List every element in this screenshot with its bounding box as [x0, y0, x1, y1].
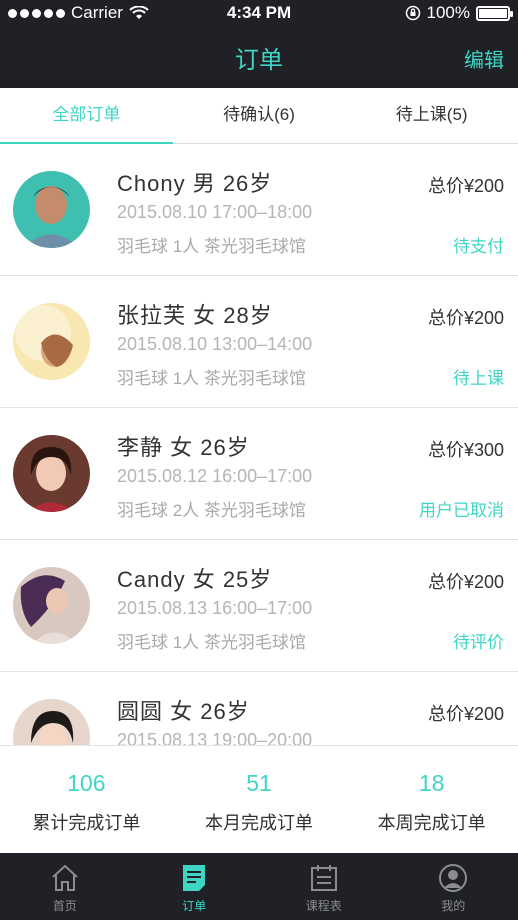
tab-home[interactable]: 首页 — [0, 853, 130, 920]
order-datetime: 2015.08.12 16:00–17:00 — [117, 466, 313, 486]
rotation-lock-icon — [405, 5, 420, 21]
bottom-tab-bar: 首页 订单 课程表 我的 — [0, 853, 518, 920]
tab-schedule[interactable]: 课程表 — [259, 853, 389, 920]
order-list: Chony 男 26岁 2015.08.10 17:00–18:00 羽毛球 1… — [0, 144, 518, 745]
order-detail: 羽毛球 1人 茶光羽毛球馆 — [117, 369, 306, 388]
order-price: 总价¥300 — [427, 440, 504, 460]
avatar — [13, 171, 90, 248]
order-user-name: Candy 女 25岁 — [117, 567, 273, 592]
home-icon — [52, 864, 78, 891]
order-detail: 羽毛球 1人 茶光羽毛球馆 — [117, 237, 306, 256]
tab-pending-class[interactable]: 待上课(5) — [345, 88, 518, 143]
order-status[interactable]: 待上课 — [453, 364, 504, 389]
order-status[interactable]: 待支付 — [453, 232, 504, 257]
order-user-name: 李静 女 26岁 — [117, 435, 250, 460]
tab-label: 首页 — [52, 899, 77, 913]
order-icon — [183, 865, 206, 891]
order-price: 总价¥200 — [427, 572, 504, 592]
order-status[interactable]: 待评价 — [453, 628, 504, 653]
tab-pending-confirm[interactable]: 待确认(6) — [173, 88, 346, 143]
tab-profile[interactable]: 我的 — [389, 853, 518, 920]
avatar — [13, 567, 90, 644]
battery-icon — [476, 5, 513, 21]
status-right: 100% — [405, 3, 513, 23]
avatar — [13, 435, 90, 512]
stat-label: 本月完成订单 — [205, 813, 313, 833]
stat-total: 106 累计完成订单 — [0, 746, 173, 853]
list-item[interactable]: Chony 男 26岁 2015.08.10 17:00–18:00 羽毛球 1… — [0, 144, 518, 276]
order-datetime: 2015.08.13 16:00–17:00 — [117, 598, 313, 618]
stat-label: 累计完成订单 — [32, 813, 141, 833]
page-title: 订单 — [235, 47, 283, 74]
order-detail: 羽毛球 1人 茶光羽毛球馆 — [117, 633, 306, 652]
order-datetime: 2015.08.10 17:00–18:00 — [117, 202, 313, 222]
order-tabs: 全部订单 待确认(6) 待上课(5) — [0, 88, 518, 144]
order-user-name: Chony 男 26岁 — [117, 171, 273, 196]
avatar — [13, 699, 90, 745]
tab-orders[interactable]: 订单 — [130, 853, 260, 920]
list-item[interactable]: 李静 女 26岁 2015.08.12 16:00–17:00 羽毛球 2人 茶… — [0, 408, 518, 540]
order-user-name: 张拉芙 女 28岁 — [117, 303, 273, 328]
order-price: 总价¥200 — [427, 176, 504, 196]
tab-label: 课程表 — [305, 899, 342, 913]
battery-label: 100% — [426, 3, 470, 22]
edit-button[interactable]: 编辑 — [464, 44, 504, 73]
order-user-name: 圆圆 女 26岁 — [117, 699, 250, 724]
order-datetime: 2015.08.10 13:00–14:00 — [117, 334, 313, 354]
status-bar: Carrier 4:34 PM 100% — [0, 0, 518, 26]
stat-label: 本周完成订单 — [377, 813, 486, 833]
order-datetime: 2015.08.13 19:00–20:00 — [117, 730, 313, 745]
tab-label: 我的 — [441, 899, 466, 913]
order-stats: 106 累计完成订单 51 本月完成订单 18 本周完成订单 — [0, 745, 518, 853]
list-item[interactable]: Candy 女 25岁 2015.08.13 16:00–17:00 羽毛球 1… — [0, 540, 518, 672]
stat-month: 51 本月完成订单 — [173, 746, 346, 853]
order-detail: 羽毛球 2人 茶光羽毛球馆 — [117, 501, 306, 520]
tab-label: 订单 — [182, 899, 207, 913]
stat-value: 106 — [67, 770, 106, 796]
avatar — [13, 303, 90, 380]
list-item[interactable]: 张拉芙 女 28岁 2015.08.10 13:00–14:00 羽毛球 1人 … — [0, 276, 518, 408]
stat-value: 18 — [418, 770, 445, 796]
order-status[interactable]: 用户已取消 — [419, 496, 504, 521]
stat-value: 51 — [246, 770, 272, 796]
tab-all-orders[interactable]: 全部订单 — [0, 88, 173, 144]
order-price: 总价¥200 — [427, 308, 504, 328]
profile-icon — [439, 864, 468, 892]
order-price: 总价¥200 — [427, 704, 504, 724]
top-bar: Carrier 4:34 PM 100% 订单 编辑 — [0, 0, 518, 88]
stat-week: 18 本周完成订单 — [345, 746, 518, 853]
calendar-icon — [310, 865, 337, 891]
list-item[interactable]: 圆圆 女 26岁 2015.08.13 19:00–20:00 总价¥200 — [0, 672, 518, 745]
